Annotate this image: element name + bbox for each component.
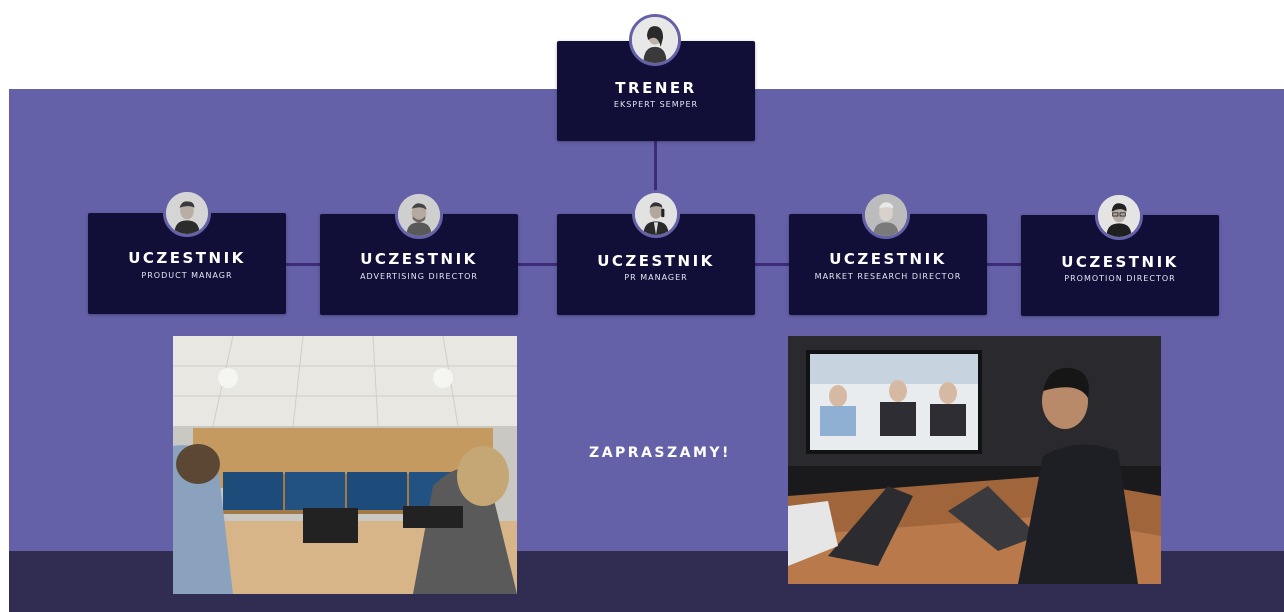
- participant-subtitle: PR MANAGER: [624, 273, 688, 282]
- participant-subtitle: ADVERTISING DIRECTOR: [360, 272, 478, 281]
- participant-title: UCZESTNIK: [128, 249, 246, 267]
- participant-avatar-5: [1095, 192, 1143, 240]
- participant-title: UCZESTNIK: [1061, 253, 1179, 271]
- videoconference-room-photo: [173, 336, 517, 594]
- trainer-title: TRENER: [615, 79, 697, 97]
- participant-subtitle: MARKET RESEARCH DIRECTOR: [814, 272, 962, 281]
- video-call-laptop-photo: [788, 336, 1161, 584]
- participant-title: UCZESTNIK: [360, 250, 478, 268]
- participant-title: UCZESTNIK: [829, 250, 947, 268]
- participant-avatar-1: [163, 189, 211, 237]
- participant-title: UCZESTNIK: [597, 252, 715, 270]
- trainer-subtitle: EKSPERT SEMPER: [613, 100, 699, 109]
- invite-text: ZAPRASZAMY!: [589, 445, 731, 461]
- participant-subtitle: PRODUCT MANAGR: [141, 271, 233, 280]
- participant-subtitle: PROMOTION DIRECTOR: [1064, 274, 1176, 283]
- participant-avatar-4: [862, 191, 910, 239]
- participant-avatar-2: [395, 191, 443, 239]
- participant-avatar-3: [632, 190, 680, 238]
- trainer-avatar: [629, 14, 681, 66]
